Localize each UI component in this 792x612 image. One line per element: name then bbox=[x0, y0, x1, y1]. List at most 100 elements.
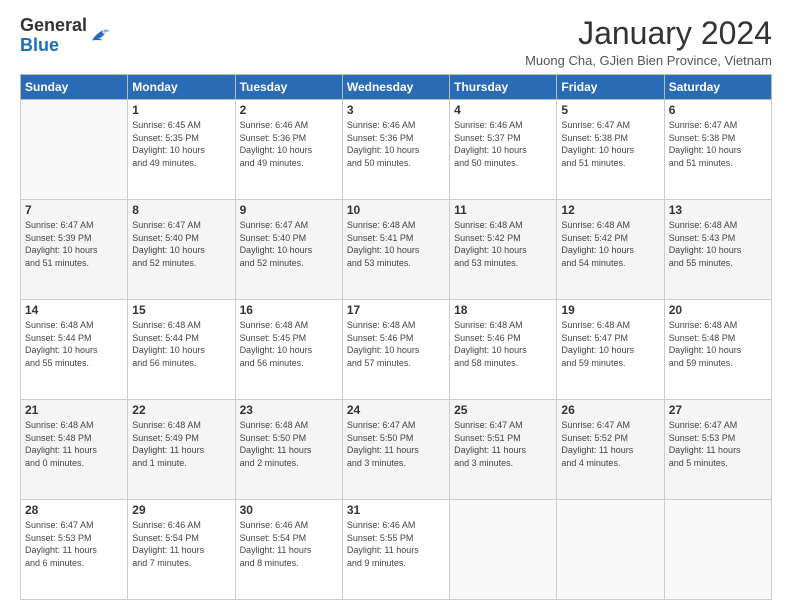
day-number: 16 bbox=[240, 303, 338, 317]
table-row: 13 Sunrise: 6:48 AM Sunset: 5:43 PM Dayli… bbox=[664, 200, 771, 300]
day-info: Sunrise: 6:46 AM Sunset: 5:55 PM Dayligh… bbox=[347, 519, 445, 569]
table-row: 4 Sunrise: 6:46 AM Sunset: 5:37 PM Daylig… bbox=[450, 100, 557, 200]
calendar-week-row: 1 Sunrise: 6:45 AM Sunset: 5:35 PM Daylig… bbox=[21, 100, 772, 200]
day-number: 22 bbox=[132, 403, 230, 417]
calendar-page: General Blue January 2024 Muong Cha, GJi… bbox=[0, 0, 792, 612]
day-info: Sunrise: 6:47 AM Sunset: 5:53 PM Dayligh… bbox=[25, 519, 123, 569]
day-number: 15 bbox=[132, 303, 230, 317]
table-row: 14 Sunrise: 6:48 AM Sunset: 5:44 PM Dayli… bbox=[21, 300, 128, 400]
logo: General Blue bbox=[20, 16, 111, 56]
table-row: 27 Sunrise: 6:47 AM Sunset: 5:53 PM Dayli… bbox=[664, 400, 771, 500]
day-info: Sunrise: 6:48 AM Sunset: 5:50 PM Dayligh… bbox=[240, 419, 338, 469]
table-row: 26Sunrise: 6:47 AM Sunset: 5:52 PM Dayli… bbox=[557, 400, 664, 500]
day-info: Sunrise: 6:48 AM Sunset: 5:46 PM Dayligh… bbox=[454, 319, 552, 369]
day-number: 13 bbox=[669, 203, 767, 217]
day-info: Sunrise: 6:46 AM Sunset: 5:36 PM Dayligh… bbox=[240, 119, 338, 169]
calendar-header-row: Sunday Monday Tuesday Wednesday Thursday… bbox=[21, 75, 772, 100]
day-info: Sunrise: 6:48 AM Sunset: 5:49 PM Dayligh… bbox=[132, 419, 230, 469]
table-row: 1 Sunrise: 6:45 AM Sunset: 5:35 PM Daylig… bbox=[128, 100, 235, 200]
col-friday: Friday bbox=[557, 75, 664, 100]
table-row: 9 Sunrise: 6:47 AM Sunset: 5:40 PM Daylig… bbox=[235, 200, 342, 300]
day-number: 31 bbox=[347, 503, 445, 517]
table-row: 29Sunrise: 6:46 AM Sunset: 5:54 PM Dayli… bbox=[128, 500, 235, 600]
day-info: Sunrise: 6:47 AM Sunset: 5:40 PM Dayligh… bbox=[132, 219, 230, 269]
day-number: 7 bbox=[25, 203, 123, 217]
table-row: 11Sunrise: 6:48 AM Sunset: 5:42 PM Dayli… bbox=[450, 200, 557, 300]
table-row: 6Sunrise: 6:47 AM Sunset: 5:38 PM Daylig… bbox=[664, 100, 771, 200]
day-info: Sunrise: 6:48 AM Sunset: 5:45 PM Dayligh… bbox=[240, 319, 338, 369]
table-row: 17 Sunrise: 6:48 AM Sunset: 5:46 PM Dayli… bbox=[342, 300, 449, 400]
table-row: 15 Sunrise: 6:48 AM Sunset: 5:44 PM Dayli… bbox=[128, 300, 235, 400]
day-info: Sunrise: 6:48 AM Sunset: 5:46 PM Dayligh… bbox=[347, 319, 445, 369]
table-row: 25 Sunrise: 6:47 AM Sunset: 5:51 PM Dayli… bbox=[450, 400, 557, 500]
day-number: 29 bbox=[132, 503, 230, 517]
table-row: 7 Sunrise: 6:47 AM Sunset: 5:39 PM Daylig… bbox=[21, 200, 128, 300]
day-number: 24 bbox=[347, 403, 445, 417]
day-number: 8 bbox=[132, 203, 230, 217]
logo-bird-icon bbox=[89, 27, 111, 45]
day-number: 23 bbox=[240, 403, 338, 417]
day-info: Sunrise: 6:47 AM Sunset: 5:53 PM Dayligh… bbox=[669, 419, 767, 469]
table-row: 23 Sunrise: 6:48 AM Sunset: 5:50 PM Dayli… bbox=[235, 400, 342, 500]
location: Muong Cha, GJien Bien Province, Vietnam bbox=[525, 53, 772, 68]
day-number: 14 bbox=[25, 303, 123, 317]
day-number: 27 bbox=[669, 403, 767, 417]
table-row: 2 Sunrise: 6:46 AM Sunset: 5:36 PM Daylig… bbox=[235, 100, 342, 200]
table-row bbox=[557, 500, 664, 600]
table-row: 3Sunrise: 6:46 AM Sunset: 5:36 PM Daylig… bbox=[342, 100, 449, 200]
logo-general: General bbox=[20, 15, 87, 35]
month-year: January 2024 bbox=[525, 16, 772, 51]
table-row bbox=[664, 500, 771, 600]
col-wednesday: Wednesday bbox=[342, 75, 449, 100]
day-number: 1 bbox=[132, 103, 230, 117]
day-number: 18 bbox=[454, 303, 552, 317]
day-info: Sunrise: 6:48 AM Sunset: 5:44 PM Dayligh… bbox=[132, 319, 230, 369]
calendar-week-row: 14 Sunrise: 6:48 AM Sunset: 5:44 PM Dayli… bbox=[21, 300, 772, 400]
col-tuesday: Tuesday bbox=[235, 75, 342, 100]
day-info: Sunrise: 6:48 AM Sunset: 5:43 PM Dayligh… bbox=[669, 219, 767, 269]
col-sunday: Sunday bbox=[21, 75, 128, 100]
title-block: January 2024 Muong Cha, GJien Bien Provi… bbox=[525, 16, 772, 68]
table-row: 24Sunrise: 6:47 AM Sunset: 5:50 PM Dayli… bbox=[342, 400, 449, 500]
day-number: 4 bbox=[454, 103, 552, 117]
table-row: 18 Sunrise: 6:48 AM Sunset: 5:46 PM Dayli… bbox=[450, 300, 557, 400]
table-row: 31 Sunrise: 6:46 AM Sunset: 5:55 PM Dayli… bbox=[342, 500, 449, 600]
day-number: 17 bbox=[347, 303, 445, 317]
day-info: Sunrise: 6:47 AM Sunset: 5:40 PM Dayligh… bbox=[240, 219, 338, 269]
day-number: 2 bbox=[240, 103, 338, 117]
day-info: Sunrise: 6:46 AM Sunset: 5:37 PM Dayligh… bbox=[454, 119, 552, 169]
day-info: Sunrise: 6:45 AM Sunset: 5:35 PM Dayligh… bbox=[132, 119, 230, 169]
table-row: 22 Sunrise: 6:48 AM Sunset: 5:49 PM Dayli… bbox=[128, 400, 235, 500]
day-info: Sunrise: 6:47 AM Sunset: 5:51 PM Dayligh… bbox=[454, 419, 552, 469]
day-number: 30 bbox=[240, 503, 338, 517]
table-row: 5 Sunrise: 6:47 AM Sunset: 5:38 PM Daylig… bbox=[557, 100, 664, 200]
col-saturday: Saturday bbox=[664, 75, 771, 100]
calendar-week-row: 28Sunrise: 6:47 AM Sunset: 5:53 PM Dayli… bbox=[21, 500, 772, 600]
logo-blue: Blue bbox=[20, 35, 59, 55]
day-info: Sunrise: 6:48 AM Sunset: 5:42 PM Dayligh… bbox=[561, 219, 659, 269]
table-row bbox=[21, 100, 128, 200]
day-info: Sunrise: 6:48 AM Sunset: 5:48 PM Dayligh… bbox=[669, 319, 767, 369]
day-number: 21 bbox=[25, 403, 123, 417]
table-row: 8 Sunrise: 6:47 AM Sunset: 5:40 PM Daylig… bbox=[128, 200, 235, 300]
table-row: 21 Sunrise: 6:48 AM Sunset: 5:48 PM Dayli… bbox=[21, 400, 128, 500]
table-row: 28Sunrise: 6:47 AM Sunset: 5:53 PM Dayli… bbox=[21, 500, 128, 600]
table-row: 30Sunrise: 6:46 AM Sunset: 5:54 PM Dayli… bbox=[235, 500, 342, 600]
day-info: Sunrise: 6:48 AM Sunset: 5:48 PM Dayligh… bbox=[25, 419, 123, 469]
day-info: Sunrise: 6:48 AM Sunset: 5:44 PM Dayligh… bbox=[25, 319, 123, 369]
day-number: 5 bbox=[561, 103, 659, 117]
calendar-week-row: 7 Sunrise: 6:47 AM Sunset: 5:39 PM Daylig… bbox=[21, 200, 772, 300]
day-number: 9 bbox=[240, 203, 338, 217]
day-info: Sunrise: 6:46 AM Sunset: 5:36 PM Dayligh… bbox=[347, 119, 445, 169]
day-info: Sunrise: 6:47 AM Sunset: 5:39 PM Dayligh… bbox=[25, 219, 123, 269]
day-info: Sunrise: 6:47 AM Sunset: 5:52 PM Dayligh… bbox=[561, 419, 659, 469]
day-info: Sunrise: 6:47 AM Sunset: 5:38 PM Dayligh… bbox=[561, 119, 659, 169]
table-row bbox=[450, 500, 557, 600]
day-number: 6 bbox=[669, 103, 767, 117]
day-number: 20 bbox=[669, 303, 767, 317]
table-row: 10Sunrise: 6:48 AM Sunset: 5:41 PM Dayli… bbox=[342, 200, 449, 300]
table-row: 19Sunrise: 6:48 AM Sunset: 5:47 PM Dayli… bbox=[557, 300, 664, 400]
day-number: 11 bbox=[454, 203, 552, 217]
day-number: 25 bbox=[454, 403, 552, 417]
col-monday: Monday bbox=[128, 75, 235, 100]
